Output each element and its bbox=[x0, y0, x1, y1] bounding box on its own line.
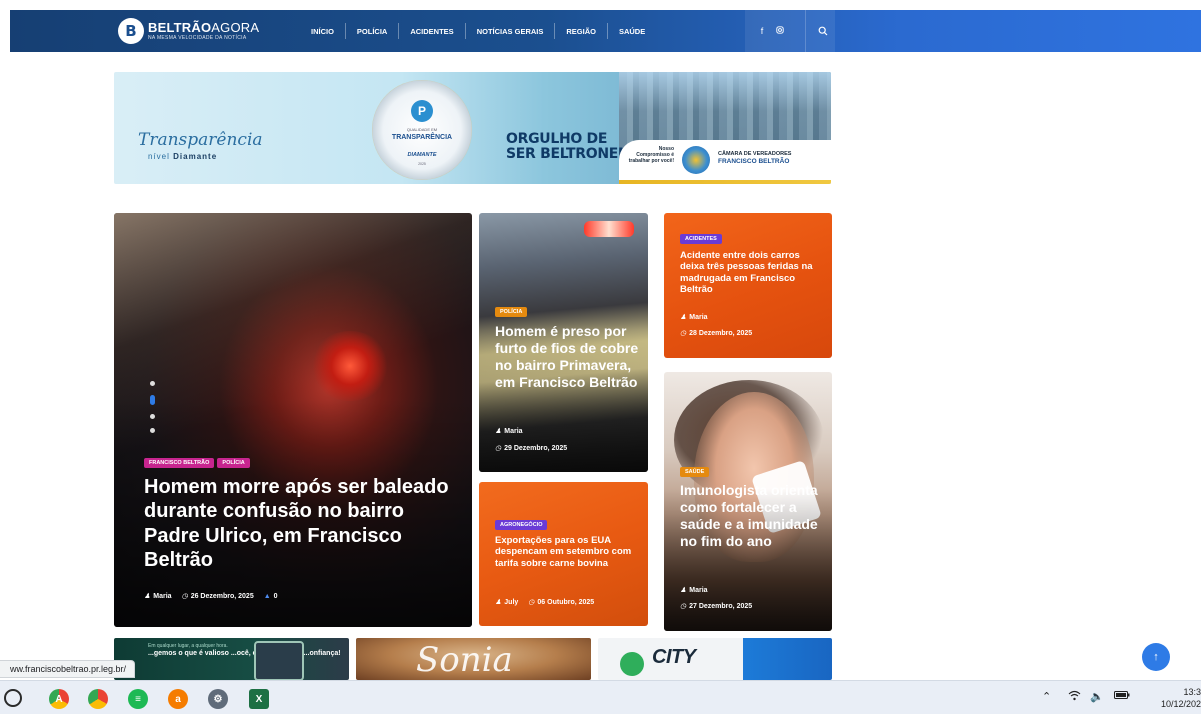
clock-date: 10/12/2025 bbox=[1160, 699, 1201, 710]
clock-time: 13:32 bbox=[1183, 687, 1201, 697]
post-author[interactable]: Maria bbox=[689, 587, 707, 594]
post-date: 29 Dezembro, 2025 bbox=[504, 444, 568, 452]
avast-icon[interactable]: a bbox=[168, 689, 188, 709]
chevron-up-icon[interactable]: ⌃ bbox=[1042, 690, 1051, 703]
excel-icon[interactable]: X bbox=[249, 689, 269, 709]
post-date: 28 Dezembro, 2025 bbox=[689, 329, 753, 337]
post-title[interactable]: Homem morre após ser baleado durante con… bbox=[144, 475, 454, 573]
post-card-imunologista[interactable]: SAÚDE Imunologista orienta como fortalec… bbox=[664, 372, 832, 631]
link-status-url: ww.franciscobeltrao.pr.leg.br/ bbox=[0, 660, 136, 678]
post-card-acidente[interactable]: ACIDENTES Acidente entre dois carros dei… bbox=[664, 213, 832, 358]
seal-top-text: QUALIDADE EM bbox=[406, 127, 438, 132]
post-title[interactable]: Exportações para os EUA despencam em set… bbox=[495, 535, 640, 569]
nav-inicio[interactable]: INÍCIO bbox=[300, 23, 345, 39]
clock-icon: ◷ bbox=[528, 599, 535, 606]
banner-nivel: nível Diamante bbox=[148, 152, 218, 161]
nav-noticias-gerais[interactable]: NOTÍCIAS GERAIS bbox=[464, 23, 555, 39]
user-icon: ♟ bbox=[495, 599, 502, 606]
city-logo-icon bbox=[620, 652, 644, 676]
post-author[interactable]: Maria bbox=[689, 314, 707, 321]
post-title[interactable]: Acidente entre dois carros deixa três pe… bbox=[680, 250, 820, 296]
wifi-icon[interactable] bbox=[1068, 690, 1081, 704]
settings-icon[interactable]: ⚙ bbox=[208, 689, 228, 709]
seal-p-icon: P bbox=[411, 100, 433, 122]
post-author[interactable]: July bbox=[504, 599, 518, 606]
nav-policia[interactable]: POLÍCIA bbox=[344, 23, 398, 39]
shield-icon bbox=[254, 641, 304, 680]
post-tags: FRANCISCO BELTRÃO POLÍCIA bbox=[144, 451, 253, 469]
post-meta: ♟ Maria ◷ 26 Dezembro, 2025 ▲ 0 bbox=[144, 592, 278, 601]
post-author[interactable]: Maria bbox=[153, 593, 171, 600]
facebook-icon[interactable]: f bbox=[753, 26, 771, 36]
logo-tagline: NA MESMA VELOCIDADE DA NOTÍCIA bbox=[148, 35, 247, 41]
logo-name-bold: BELTRÃO bbox=[148, 20, 212, 35]
user-icon: ♟ bbox=[680, 314, 687, 321]
slider-dot[interactable] bbox=[150, 381, 155, 386]
seal-level-text: DIAMANTE bbox=[407, 152, 437, 158]
banner-ad[interactable]: Transparência nível Diamante P QUALIDADE… bbox=[114, 72, 831, 184]
page: B BELTRÃOAGORA NA MESMA VELOCIDADE DA NO… bbox=[0, 0, 1201, 714]
volume-icon[interactable]: 🔈 bbox=[1090, 690, 1104, 703]
seal-main-text: TRANSPARÊNCIA bbox=[391, 134, 453, 141]
slider-dot[interactable] bbox=[150, 414, 155, 419]
chrome-profile-a-icon[interactable]: A bbox=[49, 689, 69, 709]
site-logo[interactable]: B BELTRÃOAGORA NA MESMA VELOCIDADE DA NO… bbox=[118, 17, 259, 45]
ad-text-small: Em qualquer lugar, a qualquer hora. bbox=[148, 643, 228, 649]
nav-saude[interactable]: SAÚDE bbox=[606, 23, 656, 39]
post-date: 27 Dezembro, 2025 bbox=[689, 602, 753, 610]
brasao-icon bbox=[682, 146, 710, 174]
battery-icon[interactable] bbox=[1114, 690, 1130, 703]
ad-text: ...gemos o que é valioso ...ocê, com pre… bbox=[148, 650, 341, 657]
tag-policia[interactable]: POLÍCIA bbox=[495, 307, 528, 317]
seal-year-text: 2025 bbox=[418, 162, 426, 166]
tag-agronegocio[interactable]: AGRONEGÓCIO bbox=[495, 520, 548, 530]
post-card-exportacoes[interactable]: AGRONEGÓCIO Exportações para os EUA desp… bbox=[479, 482, 648, 626]
site-header: B BELTRÃOAGORA NA MESMA VELOCIDADE DA NO… bbox=[10, 10, 1201, 52]
logo-b-icon: B bbox=[118, 18, 144, 44]
system-clock[interactable]: 13:32 10/12/2025 bbox=[1146, 686, 1201, 710]
chrome-icon[interactable] bbox=[88, 689, 108, 709]
ad-banner-2[interactable]: Sonia bbox=[356, 638, 591, 680]
flame-icon: ▲ bbox=[263, 592, 271, 600]
banner-camara: CÂMARA DE VEREADORES FRANCISCO BELTRÃO bbox=[718, 151, 792, 165]
clock-icon: ◷ bbox=[181, 593, 188, 600]
post-card-furto[interactable]: POLÍCIA Homem é preso por furto de fios … bbox=[479, 213, 648, 472]
post-title[interactable]: Homem é preso por furto de fios de cobre… bbox=[495, 323, 640, 391]
slider-dot[interactable] bbox=[150, 428, 155, 433]
clock-icon: ◷ bbox=[680, 603, 687, 610]
post-views: 0 bbox=[273, 592, 278, 600]
user-icon: ♟ bbox=[680, 587, 687, 594]
scroll-to-top-button[interactable]: ↑ bbox=[1142, 643, 1170, 671]
instagram-icon[interactable] bbox=[771, 26, 789, 36]
user-icon: ♟ bbox=[144, 593, 151, 600]
tag-francisco-beltrao[interactable]: FRANCISCO BELTRÃO bbox=[144, 458, 215, 468]
tag-saude[interactable]: SAÚDE bbox=[680, 467, 710, 477]
featured-post-main[interactable]: FRANCISCO BELTRÃO POLÍCIA Homem morre apó… bbox=[114, 213, 472, 627]
post-date: 26 Dezembro, 2025 bbox=[190, 592, 254, 600]
spotify-icon[interactable]: ≡ bbox=[128, 689, 148, 709]
post-title[interactable]: Imunologista orienta como fortalecer a s… bbox=[680, 482, 820, 550]
nav-acidentes[interactable]: ACIDENTES bbox=[398, 23, 464, 39]
search-icon[interactable] bbox=[805, 10, 840, 52]
clock-icon: ◷ bbox=[495, 445, 502, 452]
post-date: 06 Outubro, 2025 bbox=[537, 598, 595, 606]
ad-banner-1[interactable]: Em qualquer lugar, a qualquer hora. ...g… bbox=[114, 638, 349, 680]
slider-dots bbox=[150, 381, 155, 433]
ad-logo: Sonia bbox=[416, 640, 513, 680]
nav-regiao[interactable]: REGIÃO bbox=[554, 23, 607, 39]
ad-logo: CITY bbox=[652, 646, 696, 668]
banner-compromisso: Nosso Compromisso é trabalhar por você! bbox=[628, 146, 674, 164]
post-author[interactable]: Maria bbox=[504, 428, 522, 435]
cortana-icon[interactable] bbox=[4, 689, 22, 707]
taskbar: A ≡ a ⚙ X ⌃ 🔈 13:32 10/12/2025 bbox=[0, 680, 1201, 714]
clock-icon: ◷ bbox=[680, 330, 687, 337]
tag-policia[interactable]: POLÍCIA bbox=[217, 458, 250, 468]
main-nav: INÍCIO POLÍCIA ACIDENTES NOTÍCIAS GERAIS… bbox=[300, 10, 656, 52]
slider-dot-active[interactable] bbox=[150, 395, 155, 405]
tag-acidentes[interactable]: ACIDENTES bbox=[680, 234, 722, 244]
ad-banner-3[interactable]: CITY bbox=[598, 638, 832, 680]
user-icon: ♟ bbox=[495, 428, 502, 435]
logo-name-light: AGORA bbox=[211, 20, 260, 35]
banner-transparencia: Transparência bbox=[138, 130, 263, 150]
